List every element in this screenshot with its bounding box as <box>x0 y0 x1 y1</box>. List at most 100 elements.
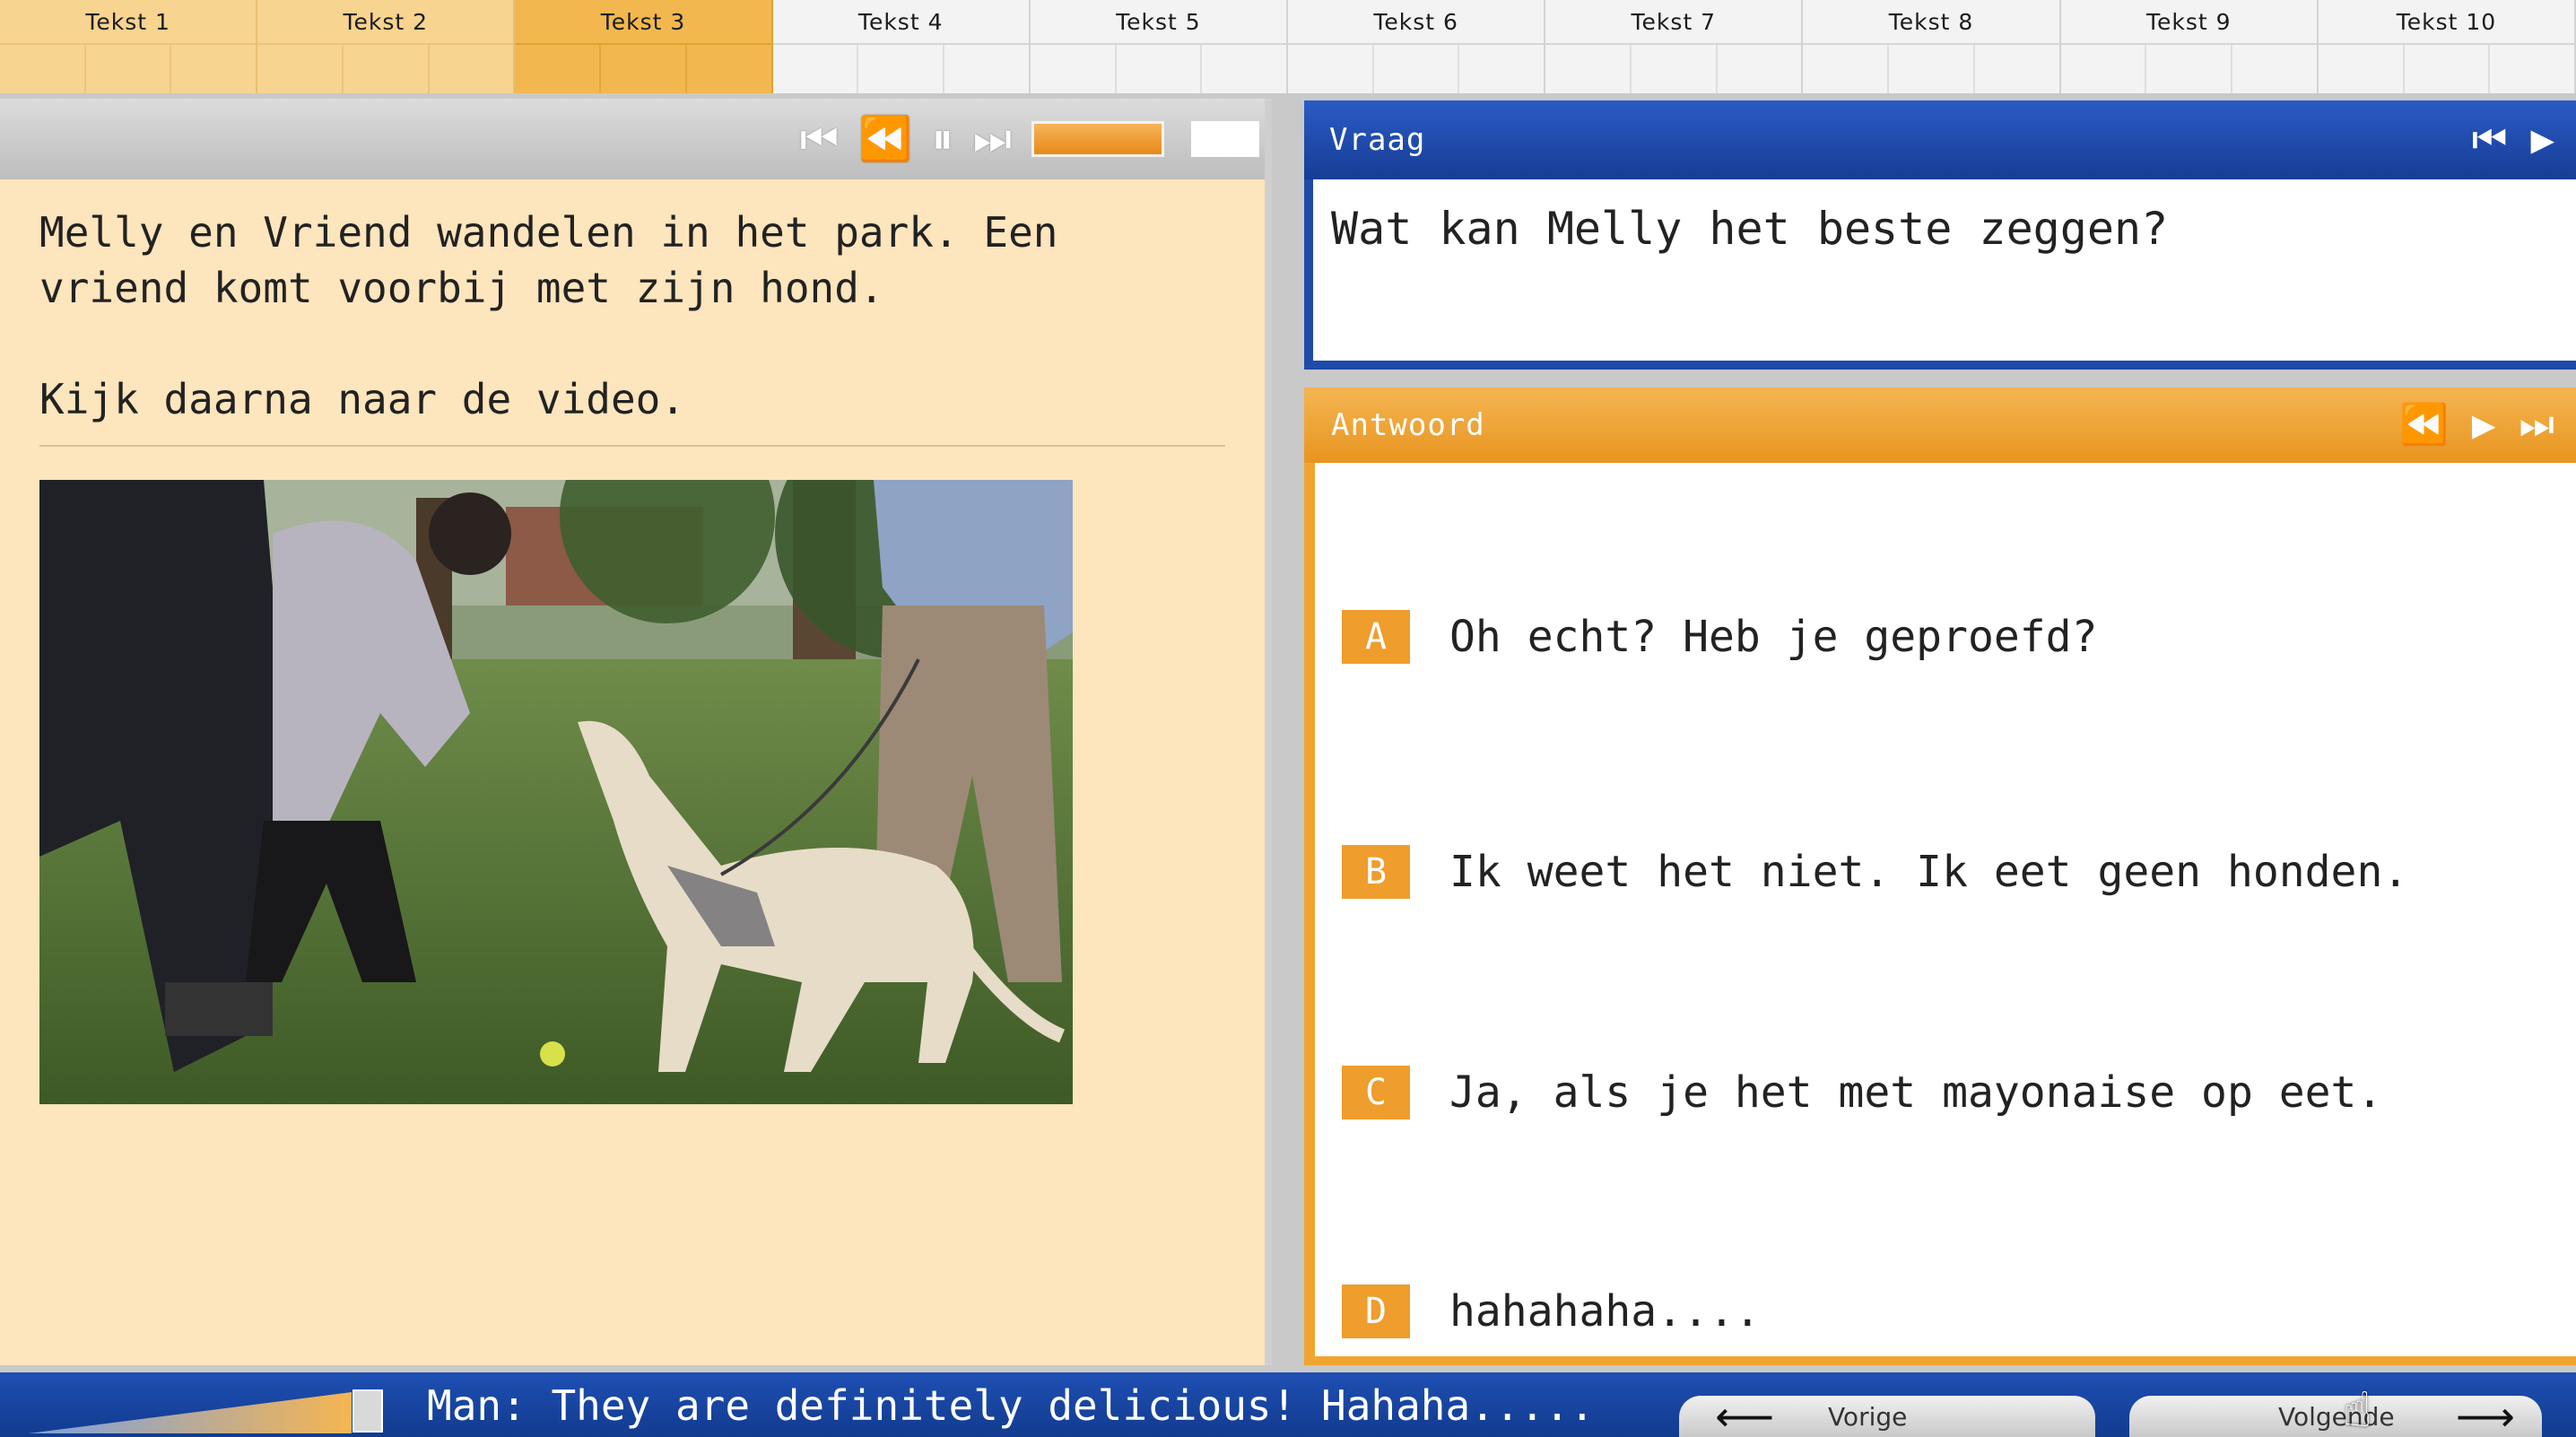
progress-cell <box>2146 45 2233 93</box>
progress-cell <box>1718 45 1802 93</box>
volume-slider[interactable] <box>29 1389 384 1433</box>
progress-cell <box>1459 45 1544 93</box>
play-icon[interactable]: ▶ <box>2472 405 2496 445</box>
progress-cell <box>2490 45 2574 93</box>
progress-cell <box>1803 45 1890 93</box>
answer-letter-badge[interactable]: D <box>1342 1285 1410 1338</box>
progress-cell <box>1202 45 1286 93</box>
skip-back-icon[interactable]: ⏮ <box>2472 120 2508 160</box>
park-dog-video-still <box>39 480 1073 1104</box>
answer-option-b[interactable]: B Ik weet het niet. Ik eet geen honden. <box>1342 845 2408 899</box>
tab-tekst-3[interactable]: Tekst 3 <box>515 0 773 93</box>
progress-cell <box>86 45 172 93</box>
progress-cell <box>1545 45 1632 93</box>
hand-cursor-icon: ☝ <box>2343 1381 2372 1437</box>
tab-tekst-1[interactable]: Tekst 1 <box>0 0 258 93</box>
tab-progress-cells <box>1545 45 1801 93</box>
arrow-left-icon: ⟵ <box>1715 1392 1774 1437</box>
tab-label[interactable]: Tekst 6 <box>1288 0 1545 45</box>
progress-cell <box>773 45 859 93</box>
audio-progress-bar[interactable] <box>1031 121 1164 157</box>
tab-label[interactable]: Tekst 5 <box>1030 0 1287 45</box>
bottom-bar: Man: They are definitely delicious! Haha… <box>0 1372 2576 1437</box>
progress-cell <box>515 45 602 93</box>
skip-back-icon[interactable]: ⏮ <box>800 118 839 161</box>
tab-tekst-2[interactable]: Tekst 2 <box>257 0 516 93</box>
subtitle-text: Man: They are definitely delicious! Haha… <box>427 1381 1595 1430</box>
answer-text[interactable]: Oh echt? Heb je geproefd? <box>1449 612 2097 662</box>
tab-tekst-4[interactable]: Tekst 4 <box>772 0 1031 93</box>
progress-cell <box>1117 45 1203 93</box>
tab-progress-cells <box>1031 45 1286 93</box>
answer-title: Antwoord <box>1331 407 1485 443</box>
tab-label[interactable]: Tekst 2 <box>257 0 514 45</box>
tab-label[interactable]: Tekst 10 <box>2318 0 2575 45</box>
tab-label[interactable]: Tekst 8 <box>1803 0 2059 45</box>
tab-tekst-7[interactable]: Tekst 7 <box>1545 0 1804 93</box>
question-panel: Vraag ⏮ ▶ Wat kan Melly het beste zeggen… <box>1304 100 2576 370</box>
tab-progress-cells <box>1288 45 1544 93</box>
question-header: Vraag ⏮ ▶ <box>1304 100 2576 179</box>
answer-text[interactable]: Ja, als je het met mayonaise op eet. <box>1449 1067 2382 1118</box>
progress-cell <box>687 45 771 93</box>
progress-cell <box>944 45 1029 93</box>
tab-tekst-6[interactable]: Tekst 6 <box>1288 0 1546 93</box>
tab-label[interactable]: Tekst 7 <box>1545 0 1802 45</box>
answer-letter-badge[interactable]: A <box>1342 610 1410 664</box>
tab-tekst-9[interactable]: Tekst 9 <box>2060 0 2319 93</box>
progress-cell <box>1374 45 1460 93</box>
tab-progress-cells <box>2319 45 2574 93</box>
tab-progress-cells <box>2061 45 2317 93</box>
progress-cell <box>430 45 514 93</box>
progress-cell <box>344 45 430 93</box>
tab-tekst-5[interactable]: Tekst 5 <box>1030 0 1289 93</box>
tab-label[interactable]: Tekst 3 <box>515 0 771 45</box>
answer-letter-badge[interactable]: B <box>1342 845 1410 899</box>
rewind-icon[interactable]: ⏪ <box>858 118 912 161</box>
text-tabs: Tekst 1 Tekst 2 Tekst 3 Tekst 4 Tekst 5 Tekst… <box>0 0 2576 93</box>
tab-progress-cells <box>257 45 513 93</box>
answer-header: Antwoord ⏪ ▶ ⏭ <box>1304 388 2576 463</box>
skip-forward-icon[interactable]: ⏭ <box>2519 405 2554 445</box>
play-icon[interactable]: ▶ <box>2531 120 2555 160</box>
previous-label: Vorige <box>1827 1401 1908 1432</box>
tab-label[interactable]: Tekst 4 <box>772 0 1029 45</box>
pause-icon[interactable]: ⏸ <box>932 118 953 161</box>
instruction-text: Melly en Vriend wandelen in het park. Ee… <box>0 179 1265 427</box>
answer-option-d[interactable]: D hahahaha.... <box>1342 1285 1761 1338</box>
tab-progress-cells <box>0 45 256 93</box>
arrow-right-icon: ⟶ <box>2456 1392 2515 1437</box>
question-title: Vraag <box>1329 122 1426 158</box>
tab-progress-cells <box>773 45 1029 93</box>
divider <box>39 445 1225 447</box>
progress-cell <box>601 45 687 93</box>
answer-letter-badge[interactable]: C <box>1342 1066 1410 1119</box>
answer-text[interactable]: hahahaha.... <box>1449 1286 1761 1337</box>
next-button[interactable]: Volgende ⟶ <box>2129 1396 2542 1437</box>
question-text: Wat kan Melly het beste zeggen? <box>1331 203 2169 255</box>
tab-tekst-8[interactable]: Tekst 8 <box>1803 0 2061 93</box>
progress-cell <box>1031 45 1117 93</box>
progress-cell <box>171 45 256 93</box>
tab-tekst-10[interactable]: Tekst 10 <box>2318 0 2576 93</box>
previous-button[interactable]: ⟵ Vorige <box>1679 1396 2095 1437</box>
text-panel: ⏮ ⏪ ⏸ ⏭ Melly en Vriend wandelen in het … <box>0 99 1272 1365</box>
progress-cell <box>1632 45 1718 93</box>
answer-panel: Antwoord ⏪ ▶ ⏭ A Oh echt? Heb je geproef… <box>1304 388 2576 1365</box>
progress-cell <box>858 45 945 93</box>
answer-option-a[interactable]: A Oh echt? Heb je geproefd? <box>1342 610 2097 664</box>
tab-label[interactable]: Tekst 9 <box>2060 0 2317 45</box>
progress-cell <box>1975 45 2059 93</box>
progress-cell <box>2319 45 2405 93</box>
progress-cell <box>2232 45 2317 93</box>
progress-cell <box>2061 45 2147 93</box>
answer-text[interactable]: Ik weet het niet. Ik eet geen honden. <box>1449 847 2408 897</box>
video-frame[interactable] <box>39 480 1073 1104</box>
progress-cell <box>1288 45 1374 93</box>
volume-box[interactable] <box>1191 121 1259 157</box>
tab-progress-cells <box>515 45 770 93</box>
rewind-icon[interactable]: ⏪ <box>2399 405 2449 445</box>
answer-option-c[interactable]: C Ja, als je het met mayonaise op eet. <box>1342 1066 2382 1119</box>
fast-forward-icon[interactable]: ⏭ <box>973 118 1012 161</box>
tab-label[interactable]: Tekst 1 <box>0 0 257 45</box>
